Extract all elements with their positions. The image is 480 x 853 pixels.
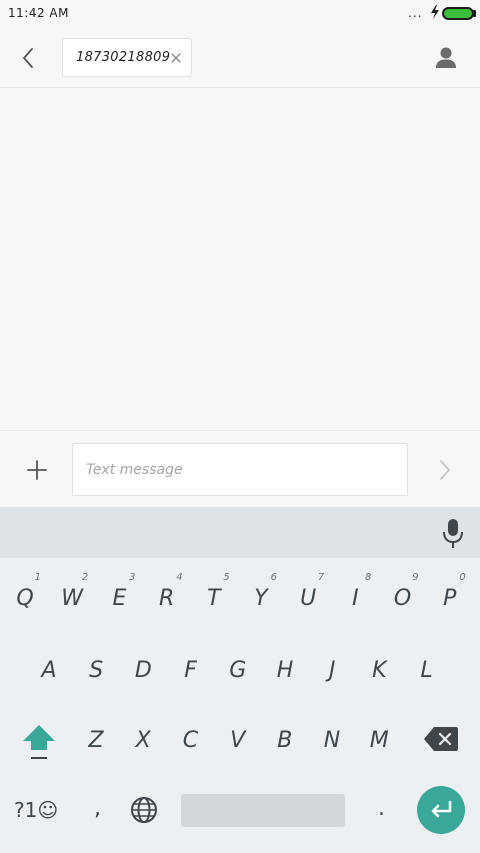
key-letter: W <box>61 586 84 611</box>
key-number-hint: 5 <box>223 572 230 583</box>
key-letter: I <box>352 586 359 611</box>
key[interactable]: F <box>169 634 213 694</box>
key[interactable]: H <box>263 634 307 694</box>
recipient-number: 18730218809 <box>76 50 171 65</box>
key-letter: Q <box>16 586 34 611</box>
message-input[interactable] <box>72 443 408 496</box>
period-key[interactable]: . <box>378 796 385 821</box>
space-bar[interactable] <box>181 794 345 827</box>
contact-icon[interactable] <box>430 42 462 74</box>
enter-icon <box>431 800 452 818</box>
conversation-area <box>0 89 480 430</box>
key-number-hint: 0 <box>459 572 466 583</box>
battery-icon <box>442 7 474 20</box>
key[interactable]: I8 <box>333 562 377 622</box>
key[interactable]: E3 <box>97 562 141 622</box>
key-letter: F <box>184 658 197 683</box>
key[interactable]: D <box>121 634 165 694</box>
key-letter: B <box>277 728 293 753</box>
key[interactable]: B <box>263 704 307 764</box>
key[interactable]: Q1 <box>3 562 47 622</box>
send-icon[interactable] <box>430 455 460 485</box>
key[interactable]: L <box>405 634 449 694</box>
key[interactable]: G <box>216 634 260 694</box>
key[interactable]: J <box>310 634 354 694</box>
key-number-hint: 6 <box>270 572 277 583</box>
key-letter: P <box>443 586 457 611</box>
key[interactable]: T5 <box>192 562 236 622</box>
key[interactable]: R4 <box>145 562 189 622</box>
backspace-icon[interactable] <box>422 724 460 754</box>
key-letter: X <box>135 728 151 753</box>
key-number-hint: 1 <box>34 572 41 583</box>
key[interactable]: O9 <box>381 562 425 622</box>
key-letter: R <box>158 586 175 611</box>
key-letter: G <box>229 658 247 683</box>
key[interactable]: A <box>27 634 71 694</box>
keyboard: Q1W2E3R4T5Y6U7I8O9P0 ASDFGHJKL ZXCVBNM ?… <box>0 558 480 853</box>
key-letter: T <box>207 586 221 611</box>
key-letter: Y <box>254 586 268 611</box>
key[interactable]: K <box>357 634 401 694</box>
battery-tip <box>473 10 476 17</box>
key-letter: Z <box>88 728 104 753</box>
key-number-hint: 9 <box>412 572 419 583</box>
key[interactable]: N <box>310 704 354 764</box>
key[interactable]: V <box>216 704 260 764</box>
status-bar: 11:42 AM ... <box>0 0 480 28</box>
key[interactable]: C <box>168 704 212 764</box>
status-time: 11:42 AM <box>8 6 69 20</box>
key-letter: M <box>369 728 389 753</box>
key-letter: A <box>41 658 57 683</box>
key-letter: O <box>393 586 412 611</box>
key-letter: S <box>89 658 104 683</box>
key-letter: L <box>420 658 433 683</box>
key-letter: E <box>112 586 127 611</box>
symbols-key[interactable]: ?1☺ <box>14 798 58 822</box>
key-number-hint: 4 <box>176 572 183 583</box>
key[interactable]: W2 <box>50 562 94 622</box>
key-letter: K <box>372 658 387 683</box>
key-letter: H <box>276 658 294 683</box>
remove-recipient-icon[interactable] <box>167 49 185 67</box>
key-letter: J <box>328 658 336 683</box>
enter-button[interactable] <box>417 786 465 834</box>
key-letter: V <box>230 728 246 753</box>
microphone-icon[interactable] <box>438 515 468 551</box>
key-letter: U <box>300 586 317 611</box>
key[interactable]: S <box>74 634 118 694</box>
key-number-hint: 2 <box>81 572 89 583</box>
key-letter: D <box>134 658 152 683</box>
add-attachment-icon[interactable] <box>20 453 54 487</box>
key-number-hint: 7 <box>317 572 325 583</box>
key[interactable]: U7 <box>286 562 330 622</box>
key[interactable]: M <box>357 704 401 764</box>
charging-icon <box>431 5 439 19</box>
conversation-header: 18730218809 <box>0 28 480 88</box>
compose-bar <box>0 430 480 507</box>
shift-icon[interactable] <box>20 722 58 762</box>
comma-key[interactable]: , <box>94 796 101 821</box>
key[interactable]: P0 <box>428 562 472 622</box>
key-number-hint: 3 <box>129 572 136 583</box>
language-globe-icon[interactable] <box>128 794 160 826</box>
key[interactable]: X <box>121 704 165 764</box>
key[interactable]: Y6 <box>239 562 283 622</box>
more-notifications-icon: ... <box>408 6 423 20</box>
key-letter: C <box>182 728 199 753</box>
recipient-chip[interactable]: 18730218809 <box>62 38 192 77</box>
keyboard-toolbar <box>0 507 480 558</box>
key[interactable]: Z <box>74 704 118 764</box>
key-letter: N <box>323 728 341 753</box>
key-number-hint: 8 <box>365 572 372 583</box>
back-icon[interactable] <box>12 40 46 76</box>
